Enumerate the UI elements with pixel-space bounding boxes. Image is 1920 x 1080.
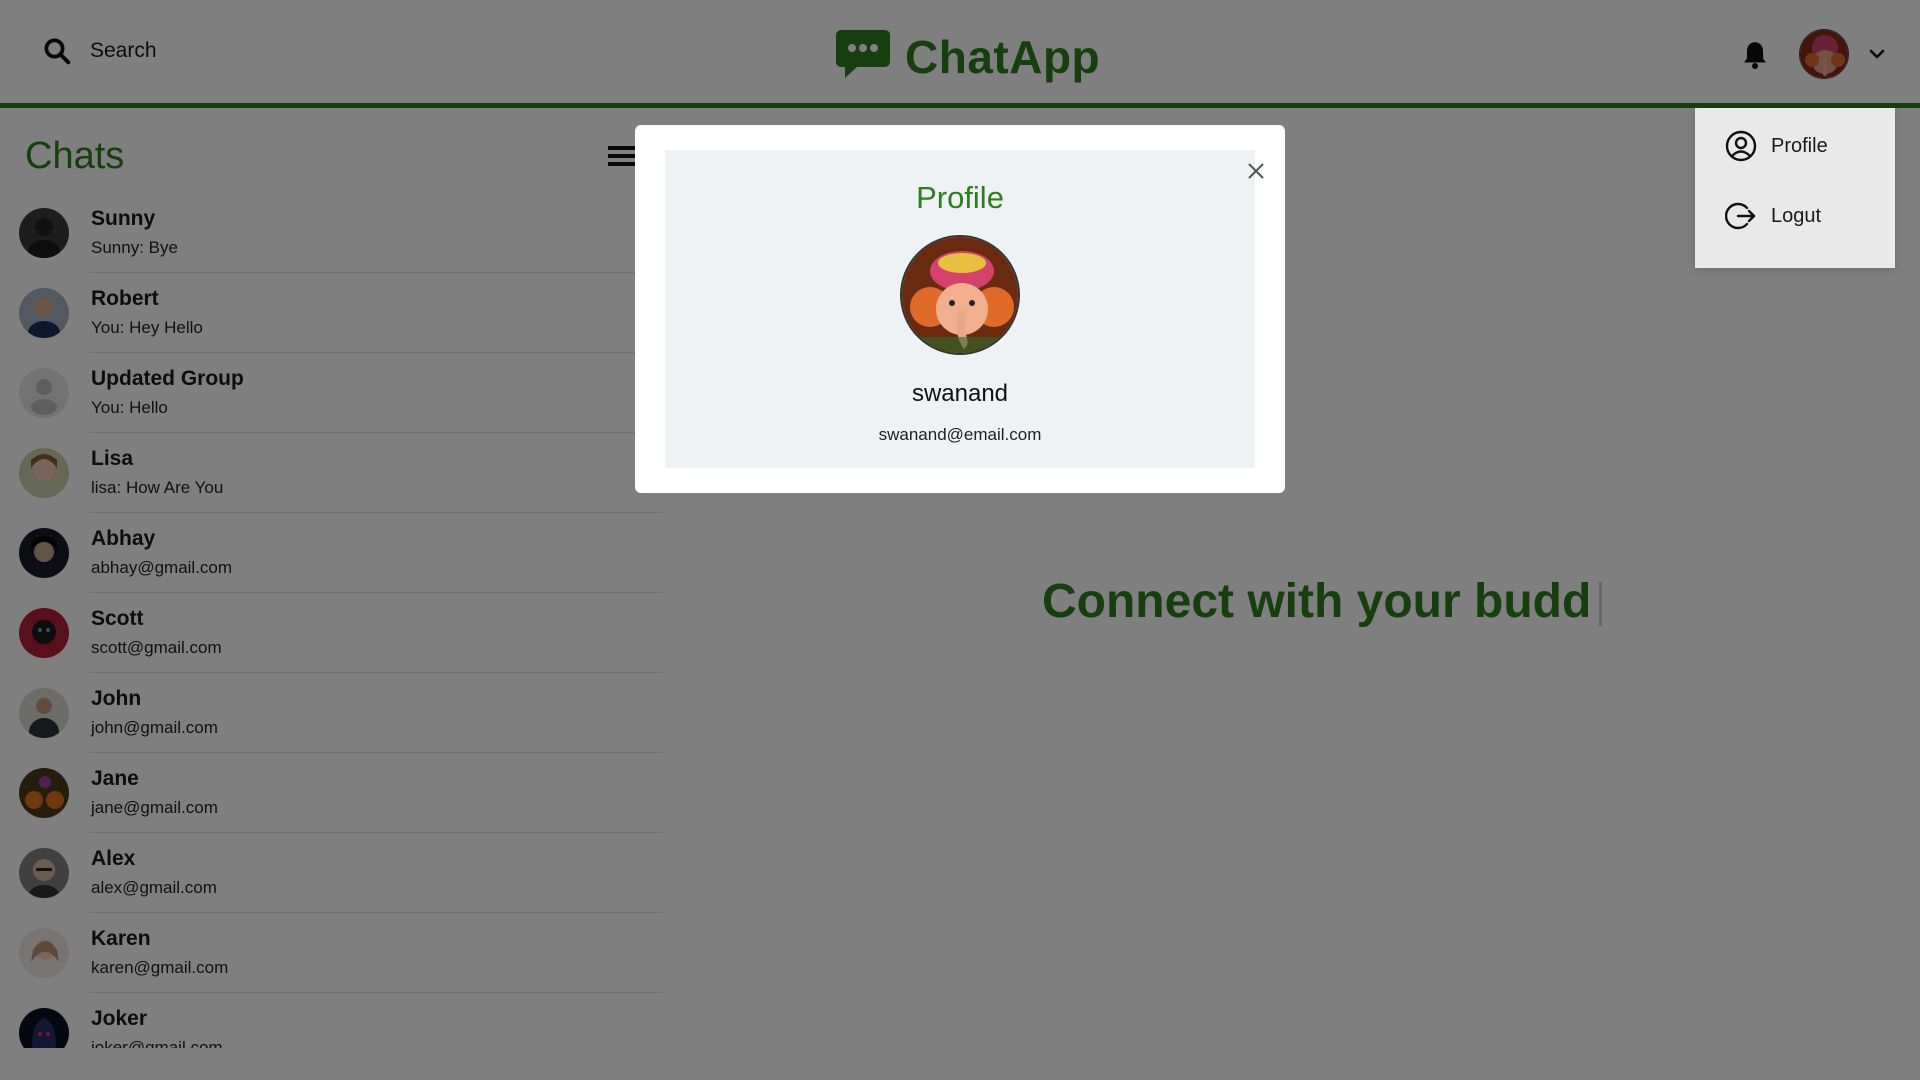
profile-modal: Profile swanand swanand@email.com	[635, 125, 1285, 493]
logout-icon	[1725, 202, 1756, 230]
profile-email: swanand@email.com	[878, 425, 1042, 444]
close-icon[interactable]	[1245, 160, 1267, 182]
profile-avatar	[900, 235, 1020, 355]
dropdown-logout-item[interactable]: Logut	[1725, 200, 1821, 232]
modal-title: Profile	[916, 180, 1004, 215]
profile-card: Profile swanand swanand@email.com	[665, 150, 1264, 468]
dropdown-profile-label: Profile	[1771, 134, 1828, 157]
profile-name: swanand	[911, 380, 1009, 407]
dropdown-profile-item[interactable]: Profile	[1725, 130, 1828, 162]
user-dropdown-menu: Profile Logut	[1695, 108, 1895, 268]
user-circle-icon	[1725, 130, 1757, 162]
dropdown-logout-label: Logut	[1771, 204, 1822, 227]
